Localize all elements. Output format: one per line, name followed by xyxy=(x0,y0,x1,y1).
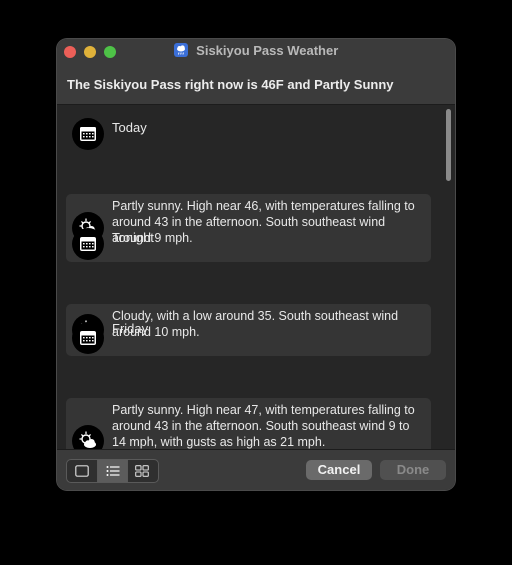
done-button[interactable]: Done xyxy=(380,460,446,480)
single-view-button[interactable] xyxy=(67,460,97,482)
view-mode-segmented-control[interactable] xyxy=(66,459,159,483)
period-label: Tonight xyxy=(112,230,154,245)
window-title-area: Siskiyou Pass Weather xyxy=(57,42,455,62)
cancel-button[interactable]: Cancel xyxy=(306,460,372,480)
grid-view-button[interactable] xyxy=(127,460,157,482)
list-view-button[interactable] xyxy=(97,460,128,482)
period-label: Today xyxy=(112,120,147,135)
calendar-icon xyxy=(72,228,104,260)
shortcut-window: Siskiyou Pass Weather The Siskiyou Pass … xyxy=(57,39,455,490)
cloud-rain-icon xyxy=(173,42,188,57)
list-item-period-tonight[interactable]: Tonight xyxy=(57,227,437,261)
list-item-period-friday[interactable]: Friday xyxy=(57,321,437,355)
period-label: Friday xyxy=(112,321,149,336)
scrollbar-thumb[interactable] xyxy=(446,109,451,181)
forecast-description: Partly sunny. High near 47, with tempera… xyxy=(112,403,415,449)
partly-sunny-icon xyxy=(72,425,104,449)
bottom-toolbar: Cancel Done xyxy=(57,449,455,490)
calendar-icon xyxy=(72,322,104,354)
title-bar: Siskiyou Pass Weather The Siskiyou Pass … xyxy=(57,39,455,105)
window-title: Siskiyou Pass Weather xyxy=(196,43,339,59)
forecast-list[interactable]: Today Partly sunny. High near 46, with t… xyxy=(57,105,455,449)
vertical-scrollbar[interactable] xyxy=(445,105,453,449)
calendar-icon xyxy=(72,118,104,150)
list-item-forecast-friday[interactable]: Partly sunny. High near 47, with tempera… xyxy=(66,398,431,449)
weather-headline: The Siskiyou Pass right now is 46F and P… xyxy=(67,77,394,92)
list-item-period-today[interactable]: Today xyxy=(57,117,437,151)
